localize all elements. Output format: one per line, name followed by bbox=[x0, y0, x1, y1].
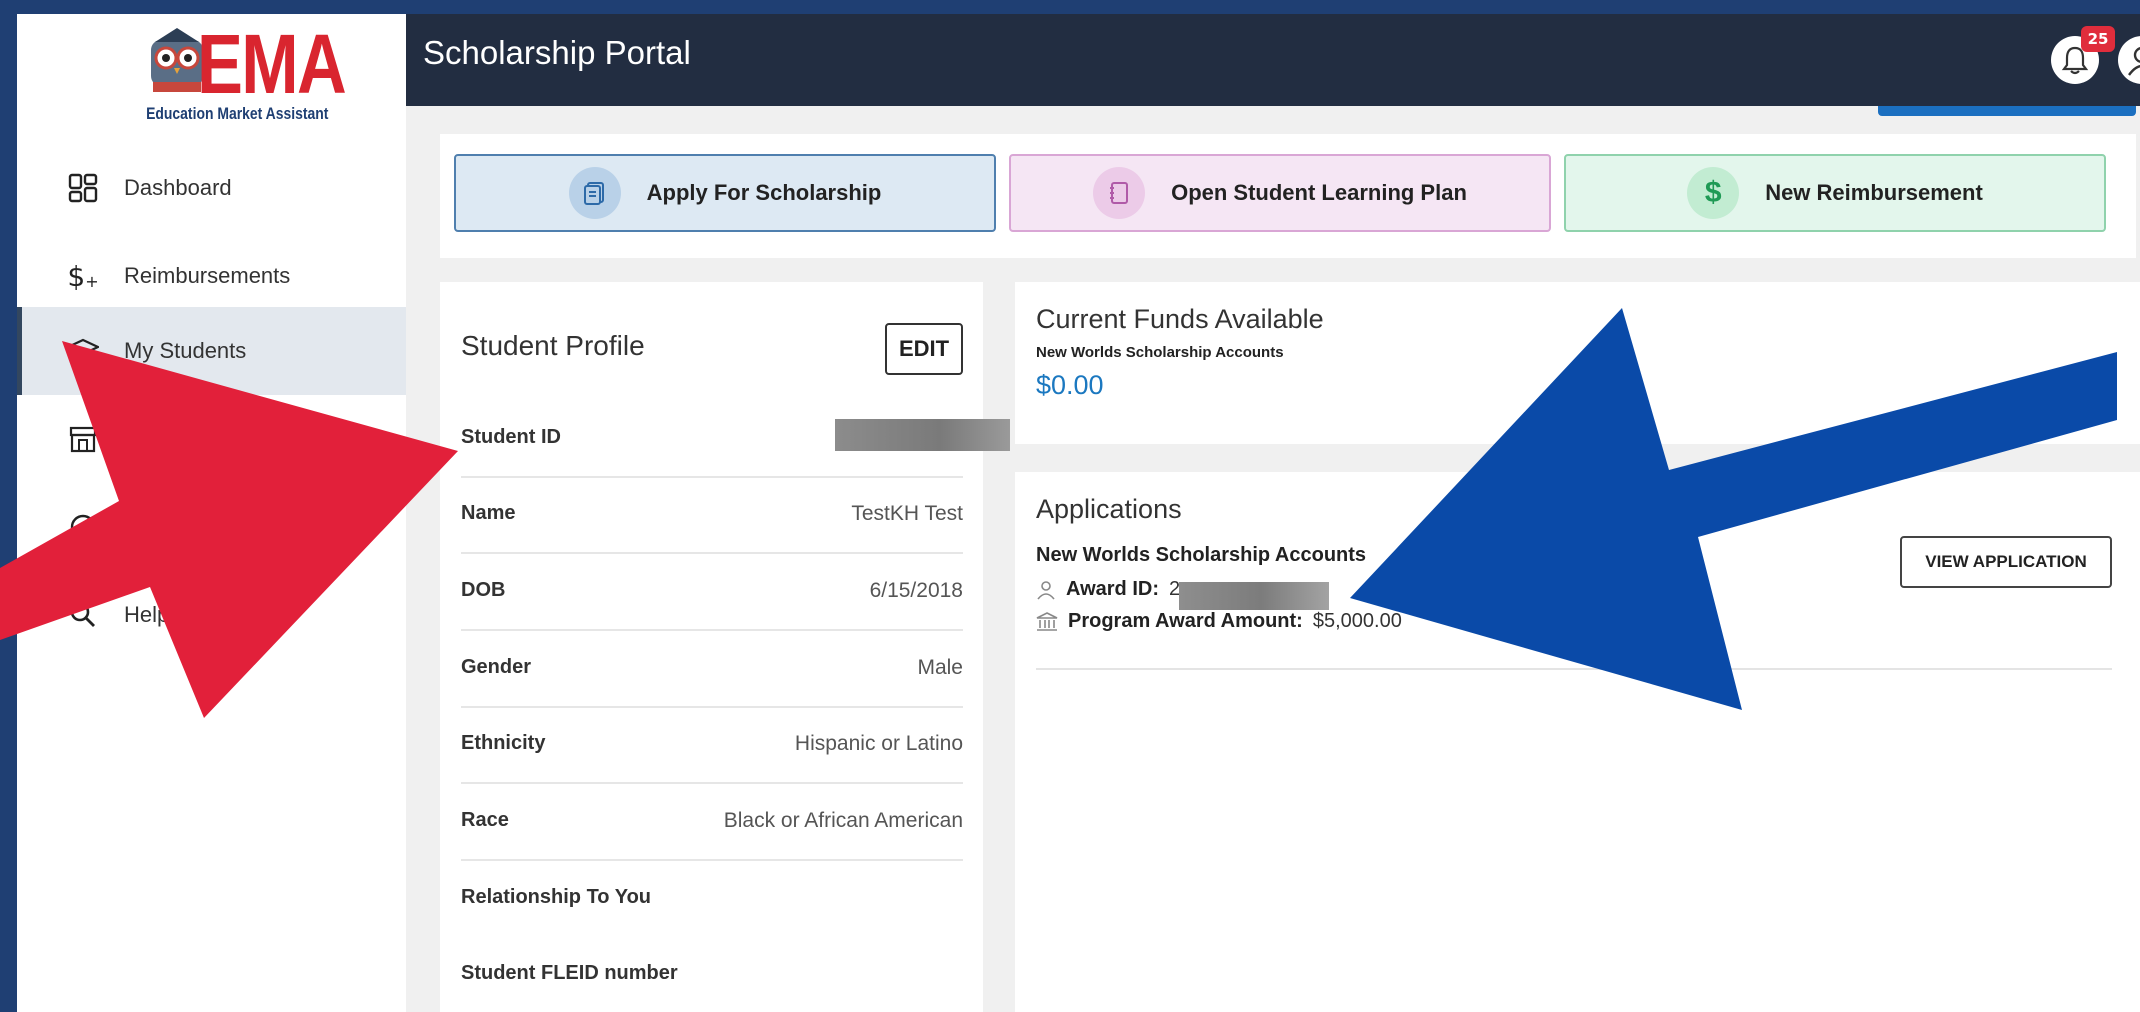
open-learning-plan-button[interactable]: Open Student Learning Plan bbox=[1009, 154, 1551, 232]
sidebar-item-label: Dashboard bbox=[124, 175, 232, 200]
partial-blue-button[interactable] bbox=[1878, 106, 2136, 116]
profile-row-label: Gender bbox=[461, 656, 532, 678]
open-learning-plan-label: Open Student Learning Plan bbox=[1171, 180, 1467, 205]
redacted-student-id bbox=[835, 419, 1010, 451]
sidebar-item-label: Reimbursements bbox=[124, 263, 291, 288]
profile-row-ethnicity: Ethnicity Hispanic or Latino bbox=[461, 708, 963, 784]
redacted-award-id bbox=[1179, 582, 1329, 610]
profile-row-label: Relationship To You bbox=[461, 886, 651, 908]
profile-row-label: Student ID bbox=[461, 426, 561, 448]
sidebar-item-dashboard[interactable]: Dashboard bbox=[17, 144, 406, 232]
user-icon bbox=[2128, 47, 2140, 76]
profile-row-value: Male bbox=[917, 656, 963, 679]
profile-row-value: Black or African American bbox=[723, 809, 963, 832]
current-funds-card: Current Funds Available New Worlds Schol… bbox=[1015, 282, 2140, 444]
profile-row-value: 6/15/2018 bbox=[869, 579, 963, 602]
new-reimbursement-label: New Reimbursement bbox=[1765, 180, 1983, 205]
bank-icon bbox=[1036, 611, 1058, 631]
logo-tagline: Education Market Assistant bbox=[146, 104, 329, 123]
circle-icon bbox=[67, 511, 99, 543]
profile-row-relationship: Relationship To You bbox=[461, 862, 963, 938]
applications-card: Applications New Worlds Scholarship Acco… bbox=[1015, 472, 2140, 1012]
document-icon bbox=[568, 167, 621, 219]
search-icon bbox=[67, 599, 99, 631]
notification-count-badge: 25 bbox=[2081, 26, 2115, 52]
funds-amount: $0.00 bbox=[1036, 370, 1104, 400]
program-award-line: Program Award Amount: $5,000.00 bbox=[1036, 610, 1402, 633]
sidebar-item-marketplace[interactable] bbox=[17, 395, 406, 483]
divider bbox=[1036, 668, 2112, 670]
notebook-icon bbox=[1093, 167, 1146, 219]
edit-profile-button[interactable]: EDIT bbox=[885, 323, 963, 375]
sidebar: EMA Education Market Assistant Dashboard… bbox=[17, 14, 406, 1012]
graduation-cap-icon bbox=[67, 335, 99, 367]
profile-row-label: Student FLEID number bbox=[461, 962, 678, 984]
ema-logo[interactable]: EMA Education Market Assistant bbox=[129, 16, 347, 136]
profile-row-label: DOB bbox=[461, 579, 506, 601]
program-award-value: $5,000.00 bbox=[1312, 610, 1402, 632]
main-content: Apply For Scholarship Open Student Learn… bbox=[406, 106, 2140, 1012]
person-icon bbox=[1037, 580, 1055, 600]
grid-icon bbox=[67, 172, 99, 204]
funds-account-name: New Worlds Scholarship Accounts bbox=[1036, 344, 1284, 361]
sidebar-item-help[interactable]: Help bbox=[17, 571, 406, 659]
profile-row-gender: Gender Male bbox=[461, 632, 963, 708]
funds-title: Current Funds Available bbox=[1036, 304, 1324, 334]
award-id-label: Award ID: bbox=[1066, 578, 1159, 600]
page-title: Scholarship Portal bbox=[423, 34, 691, 71]
profile-row-label: Race bbox=[461, 809, 509, 831]
apply-scholarship-label: Apply For Scholarship bbox=[646, 180, 882, 205]
program-award-label: Program Award Amount: bbox=[1068, 610, 1303, 632]
profile-row-dob: DOB 6/15/2018 bbox=[461, 555, 963, 631]
top-header: Scholarship Portal 25 bbox=[406, 14, 2140, 106]
student-profile-title: Student Profile bbox=[461, 330, 645, 361]
student-profile-card: Student Profile EDIT Student ID Name Tes… bbox=[440, 282, 1010, 1012]
profile-row-value: TestKH Test bbox=[851, 502, 963, 525]
award-id-line: Award ID: 2 bbox=[1036, 578, 1180, 601]
apply-scholarship-button[interactable]: Apply For Scholarship bbox=[454, 154, 996, 232]
quick-actions-card: Apply For Scholarship Open Student Learn… bbox=[440, 134, 2136, 258]
profile-row-label: Name bbox=[461, 502, 516, 524]
view-application-button[interactable]: VIEW APPLICATION bbox=[1900, 536, 2112, 588]
applications-title: Applications bbox=[1036, 494, 1182, 524]
profile-row-student-id: Student ID bbox=[461, 402, 1010, 478]
dollar-icon: $ bbox=[1687, 167, 1740, 219]
profile-row-name: Name TestKH Test bbox=[461, 478, 963, 554]
profile-row-value: Hispanic or Latino bbox=[794, 732, 963, 755]
profile-row-label: Ethnicity bbox=[461, 732, 546, 754]
storefront-icon bbox=[67, 423, 99, 455]
sidebar-item-other[interactable] bbox=[17, 483, 406, 571]
sidebar-item-label: My Students bbox=[124, 338, 247, 363]
sidebar-item-label: Help bbox=[124, 602, 170, 627]
user-menu-button[interactable] bbox=[2118, 36, 2140, 84]
dollar-plus-icon: $ + bbox=[67, 259, 99, 293]
profile-row-fleid: Student FLEID number bbox=[461, 938, 963, 1012]
new-reimbursement-button[interactable]: $ New Reimbursement bbox=[1564, 154, 2106, 232]
application-name: New Worlds Scholarship Accounts bbox=[1036, 544, 1367, 566]
profile-row-race: Race Black or African American bbox=[461, 785, 963, 861]
logo-brand: EMA bbox=[197, 17, 347, 111]
sidebar-item-my-students[interactable]: My Students bbox=[17, 307, 406, 395]
